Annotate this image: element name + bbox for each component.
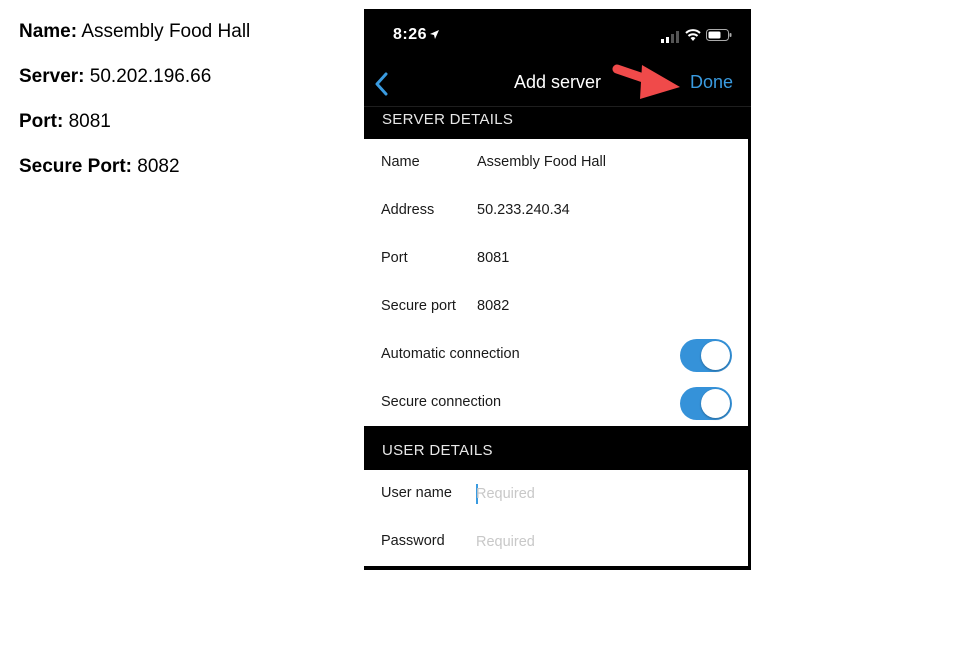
server-details-header: SERVER DETAILS (382, 111, 514, 128)
password-label: Password (381, 533, 445, 549)
status-bar: 8:26 (364, 9, 751, 59)
secure-port-label: Secure port (381, 298, 456, 314)
note-name-label: Name: (19, 21, 78, 42)
location-arrow-icon (430, 30, 439, 39)
red-arrow-icon (612, 64, 680, 99)
secure-port-row[interactable]: Secure port 8082 (364, 283, 748, 331)
password-row: Password (364, 518, 748, 566)
automatic-connection-label: Automatic connection (381, 346, 520, 362)
server-address-row[interactable]: Address 50.233.240.34 (364, 187, 748, 235)
note-server-value: 50.202.196.66 (89, 66, 212, 87)
toggle-knob (701, 341, 730, 370)
note-server: Server: 50.202.196.66 (19, 63, 250, 108)
note-server-label: Server: (19, 66, 85, 87)
secure-connection-toggle[interactable] (680, 387, 732, 420)
server-name-label: Name (381, 154, 420, 170)
server-port-field[interactable]: 8081 (477, 250, 509, 266)
username-label: User name (381, 485, 452, 501)
toggle-knob (701, 389, 730, 418)
note-secure-port: Secure Port: 8082 (19, 153, 250, 198)
server-address-label: Address (381, 202, 435, 218)
automatic-connection-row: Automatic connection (364, 331, 748, 379)
secure-connection-label: Secure connection (381, 394, 502, 410)
wifi-icon (685, 29, 701, 41)
password-input[interactable] (476, 530, 726, 554)
server-name-row[interactable]: Name Assembly Food Hall (364, 139, 748, 187)
note-port-value: 8081 (68, 111, 111, 132)
username-input[interactable] (476, 482, 726, 506)
automatic-connection-toggle[interactable] (680, 339, 732, 372)
username-row: User name (364, 470, 748, 518)
server-info-notes: Name: Assembly Food Hall Server: 50.202.… (19, 18, 250, 198)
navigation-bar: Add server Done (364, 59, 751, 107)
user-details-header: USER DETAILS (382, 442, 493, 459)
server-name-field[interactable]: Assembly Food Hall (477, 154, 606, 170)
secure-port-field[interactable]: 8082 (477, 298, 509, 314)
server-address-field[interactable]: 50.233.240.34 (477, 202, 570, 218)
status-time: 8:26 (393, 26, 428, 43)
note-name-value: Assembly Food Hall (81, 21, 251, 42)
signal-icon (661, 31, 679, 43)
battery-icon (706, 29, 732, 41)
screen-bottom-edge (364, 566, 751, 570)
server-details-card: Name Assembly Food Hall Address 50.233.2… (364, 139, 748, 426)
note-secure-port-value: 8082 (137, 156, 180, 177)
note-port-label: Port: (19, 111, 64, 132)
server-port-label: Port (381, 250, 408, 266)
user-details-card: User name Password (364, 470, 748, 566)
server-port-row[interactable]: Port 8081 (364, 235, 748, 283)
phone-screen: 8:26 Add server Done SERVER DETAILS Name… (364, 9, 751, 570)
secure-connection-row: Secure connection (364, 379, 748, 427)
note-port: Port: 8081 (19, 108, 250, 153)
done-button[interactable]: Done (690, 72, 733, 93)
note-secure-port-label: Secure Port: (19, 156, 132, 177)
note-name: Name: Assembly Food Hall (19, 18, 250, 63)
